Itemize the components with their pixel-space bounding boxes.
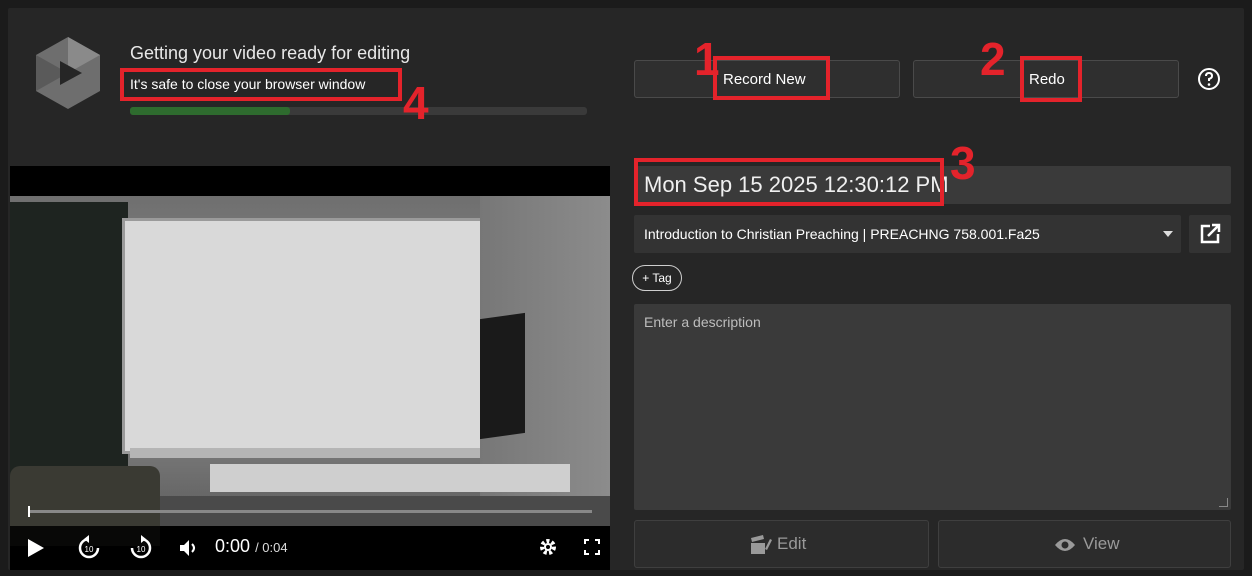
eye-icon — [1055, 539, 1075, 551]
progress-fill — [130, 107, 290, 115]
processing-progress-bar — [130, 107, 587, 115]
panopto-logo-icon — [36, 37, 100, 109]
video-frame — [10, 196, 610, 546]
folder-select-value: Introduction to Christian Preaching | PR… — [644, 226, 1040, 242]
fullscreen-icon[interactable] — [584, 539, 600, 555]
clapperboard-edit-icon — [751, 535, 772, 554]
edit-button[interactable]: Edit — [634, 520, 929, 568]
chevron-down-icon — [1163, 231, 1173, 237]
current-time: 0:00 — [215, 536, 251, 556]
annotation-number-1: 1 — [694, 33, 720, 85]
annotation-number-2: 2 — [980, 33, 1006, 85]
annotation-box-subtitle — [120, 68, 402, 101]
resize-grip-icon[interactable] — [1219, 498, 1228, 507]
player-controls: 10 10 — [10, 526, 610, 570]
annotation-number-3: 3 — [950, 137, 976, 189]
video-player[interactable]: 10 10 0:00 / 0:04 — [10, 166, 610, 570]
annotation-box-record-new — [713, 56, 830, 100]
skip-back-10-icon[interactable]: 10 — [76, 535, 102, 561]
duration: / 0:04 — [255, 540, 288, 555]
open-folder-button[interactable] — [1189, 215, 1231, 253]
settings-gear-icon[interactable] — [538, 537, 558, 557]
view-label: View — [1083, 534, 1120, 553]
skip-forward-label: 10 — [137, 545, 146, 554]
view-button[interactable]: View — [938, 520, 1231, 568]
description-placeholder: Enter a description — [644, 314, 761, 330]
skip-back-label: 10 — [85, 545, 94, 554]
skip-forward-10-icon[interactable]: 10 — [128, 535, 154, 561]
seek-handle[interactable] — [28, 506, 30, 517]
folder-select[interactable]: Introduction to Christian Preaching | PR… — [634, 215, 1181, 253]
add-tag-button[interactable]: + Tag — [632, 265, 682, 291]
seek-bar[interactable] — [28, 510, 592, 513]
volume-icon[interactable] — [178, 538, 198, 558]
annotation-box-redo — [1020, 56, 1082, 102]
annotation-number-4: 4 — [403, 77, 429, 129]
status-title: Getting your video ready for editing — [130, 43, 411, 63]
play-icon[interactable] — [28, 539, 44, 557]
help-icon[interactable] — [1196, 66, 1222, 92]
time-display: 0:00 / 0:04 — [215, 536, 288, 557]
external-link-icon — [1200, 223, 1221, 244]
edit-label: Edit — [777, 534, 807, 553]
description-textarea[interactable]: Enter a description — [634, 304, 1231, 510]
annotation-box-title — [634, 158, 944, 206]
